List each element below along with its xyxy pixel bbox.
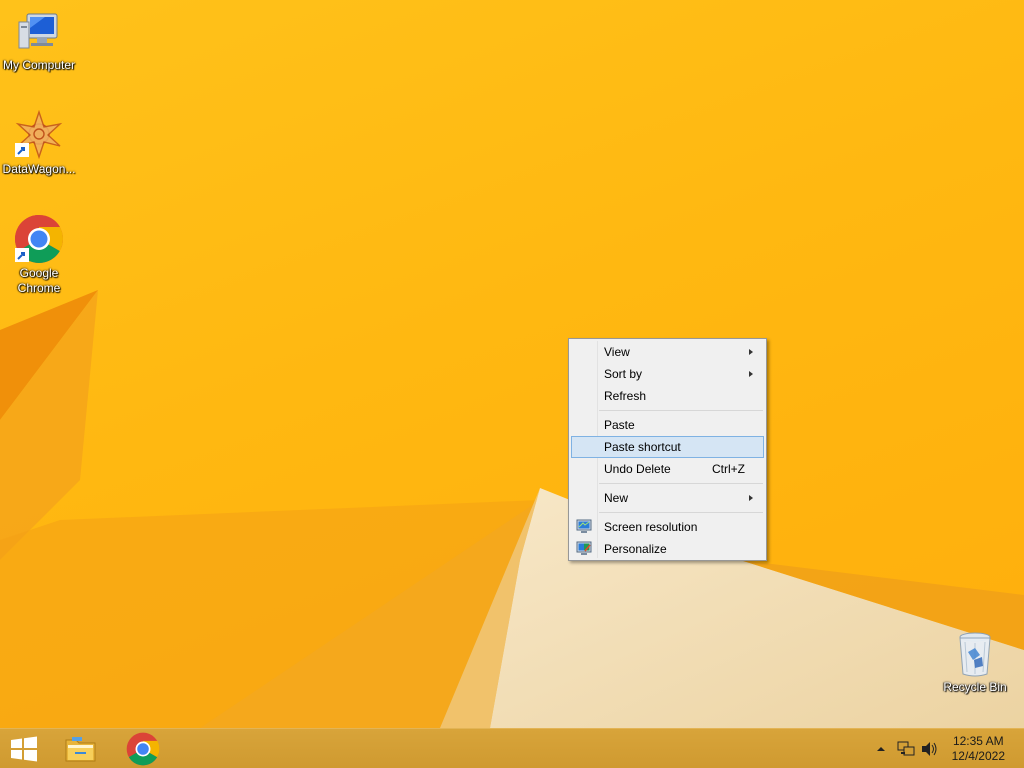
menu-item-paste[interactable]: Paste [571, 414, 764, 436]
menu-item-refresh[interactable]: Refresh [571, 385, 764, 407]
show-hidden-icons-chevron[interactable] [876, 745, 886, 753]
desktop-icon-label: Recycle Bin [943, 680, 1007, 694]
menu-item-personalize[interactable]: Personalize [571, 538, 764, 560]
clock-time: 12:35 AM [952, 734, 1004, 748]
desktop-icon-label: DataWagon... [2, 162, 76, 176]
menu-item-shortcut: Ctrl+Z [712, 462, 745, 476]
desktop-icon-my-computer[interactable]: My Computer [0, 8, 79, 73]
wallpaper [0, 290, 1024, 728]
taskbar-chrome-button[interactable] [118, 729, 168, 768]
computer-icon [18, 13, 58, 49]
menu-item-label: Screen resolution [604, 520, 698, 534]
chrome-icon [14, 214, 64, 264]
menu-separator [599, 512, 763, 513]
recycle-bin-icon [959, 632, 991, 677]
menu-item-label: Undo Delete [604, 462, 671, 476]
windows-start-icon [11, 736, 37, 762]
clock-date: 12/4/2022 [951, 749, 1005, 763]
desktop-icon-label: My Computer [2, 58, 76, 72]
menu-item-label: Personalize [604, 542, 667, 556]
desktop-context-menu[interactable]: View Sort by Refresh Paste Paste shortcu… [568, 338, 767, 561]
desktop[interactable]: My Computer DataWagon... Google Chrome R… [0, 0, 1024, 728]
menu-separator [599, 410, 763, 411]
desktop-icon-label: Google Chrome [17, 266, 61, 295]
file-explorer-icon [65, 737, 96, 762]
personalize-icon [576, 541, 592, 555]
menu-item-label: View [604, 345, 630, 359]
menu-item-sort-by[interactable]: Sort by [571, 363, 764, 385]
network-icon[interactable] [897, 741, 915, 757]
menu-item-label: Refresh [604, 389, 647, 403]
menu-item-new[interactable]: New [571, 487, 764, 509]
start-button[interactable] [0, 729, 48, 768]
menu-item-label: Paste [604, 418, 635, 432]
menu-item-label: Sort by [604, 367, 643, 381]
menu-item-view[interactable]: View [571, 341, 764, 363]
volume-icon[interactable] [921, 741, 939, 757]
datawagon-icon [15, 110, 63, 160]
monitor-icon [576, 519, 592, 533]
menu-separator [599, 483, 763, 484]
desktop-icon-recycle-bin[interactable]: Recycle Bin [935, 630, 1015, 695]
menu-item-screen-resolution[interactable]: Screen resolution [571, 516, 764, 538]
menu-item-paste-shortcut[interactable]: Paste shortcut [571, 436, 764, 458]
taskbar[interactable]: 12:35 AM 12/4/2022 [0, 728, 1024, 768]
submenu-arrow-icon [749, 371, 753, 377]
submenu-arrow-icon [749, 349, 753, 355]
desktop-icon-datawagon[interactable]: DataWagon... [0, 110, 79, 177]
submenu-arrow-icon [749, 495, 753, 501]
menu-item-label: New [604, 491, 629, 505]
taskbar-clock[interactable]: 12:35 AM 12/4/2022 [952, 734, 1005, 764]
desktop-icon-google-chrome[interactable]: Google Chrome [0, 214, 79, 296]
menu-item-label: Paste shortcut [604, 440, 681, 454]
taskbar-file-explorer-button[interactable] [56, 729, 106, 768]
menu-item-undo-delete[interactable]: Undo Delete Ctrl+Z [571, 458, 764, 480]
chrome-icon [126, 732, 160, 766]
